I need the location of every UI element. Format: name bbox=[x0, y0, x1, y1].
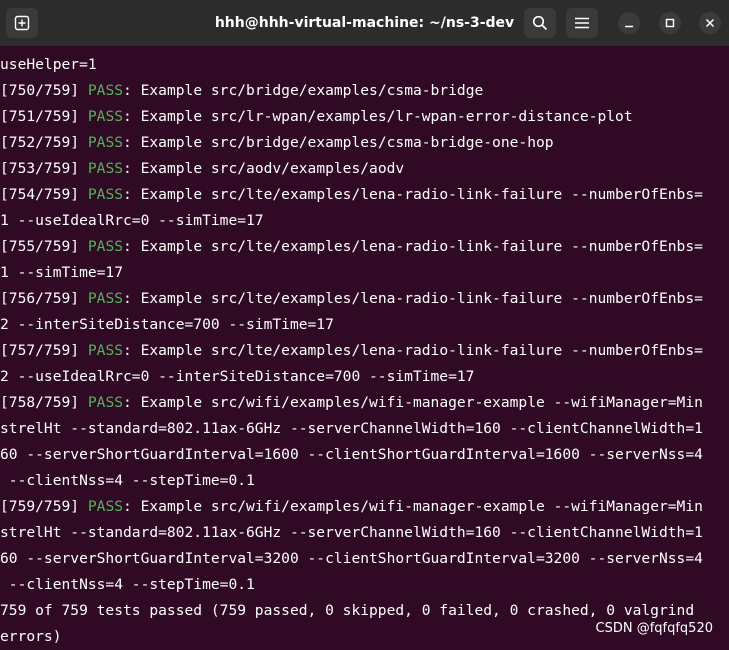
line-text: 2 --useIdealRrc=0 --interSiteDistance=70… bbox=[0, 368, 474, 385]
terminal-line: [755/759] PASS: Example src/lte/examples… bbox=[0, 234, 729, 260]
pass-status: PASS bbox=[88, 134, 123, 151]
terminal-line: strelHt --standard=802.11ax-6GHz --serve… bbox=[0, 416, 729, 442]
test-progress: [752/759] bbox=[0, 134, 88, 151]
test-progress: [750/759] bbox=[0, 82, 88, 99]
terminal-line: 60 --serverShortGuardInterval=1600 --cli… bbox=[0, 442, 729, 468]
line-text: 759 of 759 tests passed (759 passed, 0 s… bbox=[0, 602, 694, 619]
terminal-line: [758/759] PASS: Example src/wifi/example… bbox=[0, 390, 729, 416]
terminal-line: --clientNss=4 --stepTime=0.1 bbox=[0, 468, 729, 494]
pass-status: PASS bbox=[88, 342, 123, 359]
test-progress: [759/759] bbox=[0, 498, 88, 515]
terminal-line: [757/759] PASS: Example src/lte/examples… bbox=[0, 338, 729, 364]
test-progress: [754/759] bbox=[0, 186, 88, 203]
terminal-line: useHelper=1 bbox=[0, 52, 729, 78]
line-text: 60 --serverShortGuardInterval=1600 --cli… bbox=[0, 446, 703, 463]
line-text: strelHt --standard=802.11ax-6GHz --serve… bbox=[0, 524, 703, 541]
terminal-line: [756/759] PASS: Example src/lte/examples… bbox=[0, 286, 729, 312]
terminal-line: 2 --interSiteDistance=700 --simTime=17 bbox=[0, 312, 729, 338]
pass-status: PASS bbox=[88, 186, 123, 203]
pass-status: PASS bbox=[88, 498, 123, 515]
line-text: --clientNss=4 --stepTime=0.1 bbox=[0, 472, 255, 489]
pass-status: PASS bbox=[88, 290, 123, 307]
pass-status: PASS bbox=[88, 108, 123, 125]
title-bar: hhh@hhh-virtual-machine: ~/ns-3-dev bbox=[0, 0, 729, 46]
maximize-icon bbox=[665, 18, 675, 28]
watermark: CSDN @fqfqfq520 bbox=[596, 621, 714, 636]
hamburger-menu-icon bbox=[575, 17, 589, 29]
terminal-output[interactable]: useHelper=1[750/759] PASS: Example src/b… bbox=[0, 52, 729, 646]
terminal-line: --clientNss=4 --stepTime=0.1 bbox=[0, 572, 729, 598]
test-description: : Example src/wifi/examples/wifi-manager… bbox=[123, 498, 703, 515]
pass-status: PASS bbox=[88, 394, 123, 411]
test-progress: [756/759] bbox=[0, 290, 88, 307]
terminal-line: [751/759] PASS: Example src/lr-wpan/exam… bbox=[0, 104, 729, 130]
pass-status: PASS bbox=[88, 160, 123, 177]
line-text: 2 --interSiteDistance=700 --simTime=17 bbox=[0, 316, 334, 333]
line-text: useHelper=1 bbox=[0, 56, 97, 73]
new-tab-button[interactable] bbox=[6, 8, 38, 38]
terminal-line: 1 --useIdealRrc=0 --simTime=17 bbox=[0, 208, 729, 234]
test-description: : Example src/lte/examples/lena-radio-li… bbox=[123, 238, 703, 255]
line-text: 60 --serverShortGuardInterval=3200 --cli… bbox=[0, 550, 703, 567]
search-button[interactable] bbox=[524, 8, 556, 38]
terminal-line: strelHt --standard=802.11ax-6GHz --serve… bbox=[0, 520, 729, 546]
minimize-button[interactable] bbox=[618, 12, 640, 34]
close-icon bbox=[705, 18, 715, 28]
terminal-line: [759/759] PASS: Example src/wifi/example… bbox=[0, 494, 729, 520]
terminal-line: [754/759] PASS: Example src/lte/examples… bbox=[0, 182, 729, 208]
terminal-line: [750/759] PASS: Example src/bridge/examp… bbox=[0, 78, 729, 104]
pass-status: PASS bbox=[88, 82, 123, 99]
test-description: : Example src/aodv/examples/aodv bbox=[123, 160, 404, 177]
line-text: strelHt --standard=802.11ax-6GHz --serve… bbox=[0, 420, 703, 437]
test-progress: [755/759] bbox=[0, 238, 88, 255]
maximize-button[interactable] bbox=[659, 12, 681, 34]
test-progress: [753/759] bbox=[0, 160, 88, 177]
terminal-line: 1 --simTime=17 bbox=[0, 260, 729, 286]
line-text: errors) bbox=[0, 628, 62, 645]
menu-button[interactable] bbox=[566, 8, 598, 38]
test-description: : Example src/lte/examples/lena-radio-li… bbox=[123, 342, 703, 359]
test-description: : Example src/lr-wpan/examples/lr-wpan-e… bbox=[123, 108, 633, 125]
test-description: : Example src/lte/examples/lena-radio-li… bbox=[123, 290, 703, 307]
terminal-line: [752/759] PASS: Example src/bridge/examp… bbox=[0, 130, 729, 156]
test-description: : Example src/lte/examples/lena-radio-li… bbox=[123, 186, 703, 203]
line-text: 1 --simTime=17 bbox=[0, 264, 123, 281]
pass-status: PASS bbox=[88, 238, 123, 255]
minimize-icon bbox=[624, 18, 634, 28]
test-progress: [757/759] bbox=[0, 342, 88, 359]
search-icon bbox=[532, 15, 548, 31]
test-description: : Example src/wifi/examples/wifi-manager… bbox=[123, 394, 703, 411]
terminal-line: 2 --useIdealRrc=0 --interSiteDistance=70… bbox=[0, 364, 729, 390]
test-description: : Example src/bridge/examples/csma-bridg… bbox=[123, 82, 483, 99]
new-tab-icon bbox=[14, 15, 30, 31]
line-text: --clientNss=4 --stepTime=0.1 bbox=[0, 576, 255, 593]
close-button[interactable] bbox=[699, 12, 721, 34]
terminal-line: 60 --serverShortGuardInterval=3200 --cli… bbox=[0, 546, 729, 572]
terminal-line: [753/759] PASS: Example src/aodv/example… bbox=[0, 156, 729, 182]
test-progress: [758/759] bbox=[0, 394, 88, 411]
test-progress: [751/759] bbox=[0, 108, 88, 125]
test-description: : Example src/bridge/examples/csma-bridg… bbox=[123, 134, 554, 151]
line-text: 1 --useIdealRrc=0 --simTime=17 bbox=[0, 212, 264, 229]
